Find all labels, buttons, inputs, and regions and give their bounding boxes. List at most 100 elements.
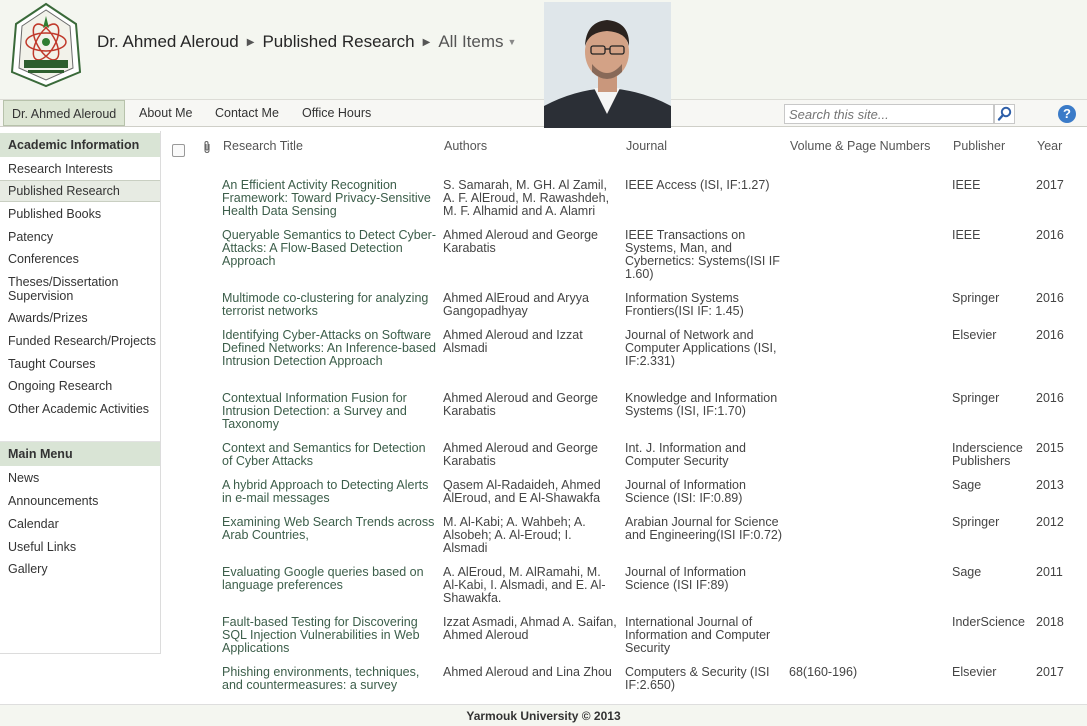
year-cell: 2018 — [1036, 615, 1064, 629]
site-footer: Yarmouk University © 2013 — [0, 704, 1087, 726]
research-title-link[interactable]: An Efficient Activity Recognition Framew… — [222, 179, 437, 218]
sidebar-item-patency[interactable]: Patency — [0, 230, 160, 244]
research-title-link[interactable]: Queryable Semantics to Detect Cyber-Atta… — [222, 229, 437, 268]
journal-cell: IEEE Transactions on Systems, Man, and C… — [625, 228, 780, 281]
year-cell: 2015 — [1036, 441, 1064, 455]
breadcrumb-separator-icon: ▶ — [422, 36, 431, 48]
sidebar-item-published-research[interactable]: Published Research — [0, 180, 160, 202]
sidebar-item-theses-supervision[interactable]: Theses/Dissertation Supervision — [0, 275, 160, 303]
publisher-cell: Springer — [952, 391, 1000, 405]
sidebar-item-funded-research[interactable]: Funded Research/Projects — [0, 334, 160, 348]
authors-cell: Ahmed Aleroud and George Karabatis — [443, 391, 598, 418]
publisher-cell: InderScience — [952, 615, 1025, 629]
authors-cell: Qasem Al-Radaideh, Ahmed AlEroud, and E … — [443, 478, 601, 505]
publisher-cell: Springer — [952, 515, 1000, 529]
journal-cell: International Journal of Information and… — [625, 615, 771, 655]
breadcrumb-separator-icon: ▶ — [246, 36, 255, 48]
research-title-link[interactable]: Contextual Information Fusion for Intrus… — [222, 392, 437, 431]
year-cell: 2016 — [1036, 228, 1064, 242]
authors-cell: Ahmed AlEroud and Aryya Gangopadhyay — [443, 291, 589, 318]
year-cell: 2016 — [1036, 328, 1064, 342]
topnav-item-about-me[interactable]: About Me — [131, 100, 201, 126]
column-header-authors[interactable]: Authors — [444, 139, 487, 153]
research-title-link[interactable]: Context and Semantics for Detection of C… — [222, 442, 437, 468]
research-list: Research Title Authors Journal Volume & … — [161, 131, 1087, 701]
sidebar-item-calendar[interactable]: Calendar — [0, 517, 160, 531]
authors-cell: Ahmed Aleroud and Lina Zhou — [443, 665, 612, 679]
authors-cell: M. Al-Kabi; A. Wahbeh; A. Alsobeh; A. Al… — [443, 515, 586, 555]
sidebar-item-useful-links[interactable]: Useful Links — [0, 540, 160, 554]
sidebar-item-ongoing-research[interactable]: Ongoing Research — [0, 379, 160, 393]
publisher-cell: Sage — [952, 565, 982, 579]
journal-cell: IEEE Access (ISI, IF:1.27) — [625, 178, 770, 192]
research-title-link[interactable]: Phishing environments, techniques, and c… — [222, 666, 437, 692]
sidebar-item-news[interactable]: News — [0, 471, 160, 485]
authors-cell: A. AlEroud, M. AlRamahi, M. Al-Kabi, I. … — [443, 565, 606, 605]
sidebar-item-published-books[interactable]: Published Books — [0, 207, 160, 221]
university-logo[interactable] — [6, 2, 86, 88]
sidebar: Academic Information Research Interests … — [0, 131, 161, 654]
profile-photo — [544, 2, 671, 128]
publisher-cell: IEEE — [952, 228, 981, 242]
journal-cell: Int. J. Information and Computer Securit… — [625, 441, 746, 468]
journal-cell: Knowledge and Information Systems (ISI, … — [625, 391, 778, 418]
authors-cell: Ahmed Aleroud and George Karabatis — [443, 441, 598, 468]
authors-cell: Ahmed Aleroud and Izzat Alsmadi — [443, 328, 583, 355]
research-title-link[interactable]: Multimode co-clustering for analyzing te… — [222, 292, 437, 318]
authors-cell: S. Samarah, M. GH. Al Zamil, A. F. AlEro… — [443, 178, 610, 218]
research-title-link[interactable]: Identifying Cyber-Attacks on Software De… — [222, 329, 437, 368]
sidebar-item-taught-courses[interactable]: Taught Courses — [0, 357, 160, 371]
breadcrumb-site-link[interactable]: Dr. Ahmed Aleroud — [97, 32, 239, 52]
publisher-cell: Springer — [952, 291, 1000, 305]
sidebar-item-research-interests[interactable]: Research Interests — [0, 162, 160, 176]
research-title-link[interactable]: Examining Web Search Trends across Arab … — [222, 516, 437, 542]
year-cell: 2016 — [1036, 291, 1064, 305]
year-cell: 2011 — [1036, 565, 1063, 579]
help-button[interactable]: ? — [1058, 105, 1076, 123]
attachment-icon — [201, 140, 213, 154]
column-header-journal[interactable]: Journal — [626, 139, 667, 153]
column-header-publisher[interactable]: Publisher — [953, 139, 1005, 153]
year-cell: 2012 — [1036, 515, 1064, 529]
chevron-down-icon[interactable]: ▼ — [508, 37, 517, 47]
column-header-title[interactable]: Research Title — [223, 139, 303, 153]
sidebar-heading-main-menu[interactable]: Main Menu — [0, 442, 160, 466]
publisher-cell: Elsevier — [952, 328, 997, 342]
search-button[interactable] — [994, 104, 1015, 124]
journal-cell: Arabian Journal for Science and Engineer… — [625, 515, 783, 542]
sidebar-heading-academic-information[interactable]: Academic Information — [0, 133, 160, 157]
sidebar-item-announcements[interactable]: Announcements — [0, 494, 160, 508]
year-cell: 2017 — [1036, 665, 1064, 679]
research-title-link[interactable]: Evaluating Google queries based on langu… — [222, 566, 437, 592]
topnav-item-contact-me[interactable]: Contact Me — [207, 100, 287, 126]
authors-cell: Izzat Asmadi, Ahmad A. Saifan, Ahmed Ale… — [443, 615, 617, 642]
year-cell: 2016 — [1036, 391, 1064, 405]
journal-cell: Journal of Network and Computer Applicat… — [625, 328, 777, 368]
journal-cell: Computers & Security (ISI IF:2.650) — [625, 665, 770, 692]
breadcrumb-section-link[interactable]: Published Research — [262, 32, 414, 52]
year-cell: 2017 — [1036, 178, 1064, 192]
sidebar-item-conferences[interactable]: Conferences — [0, 252, 160, 266]
authors-cell: Ahmed Aleroud and George Karabatis — [443, 228, 598, 255]
search-input[interactable] — [784, 104, 994, 124]
publisher-cell: Sage — [952, 478, 982, 492]
select-all-checkbox[interactable] — [172, 144, 185, 157]
sidebar-item-gallery[interactable]: Gallery — [0, 562, 160, 576]
topnav-item-home[interactable]: Dr. Ahmed Aleroud — [3, 100, 126, 126]
journal-cell: Journal of Information Science (ISI IF:8… — [625, 565, 746, 592]
topnav-item-office-hours[interactable]: Office Hours — [294, 100, 379, 126]
publisher-cell: IEEE — [952, 178, 981, 192]
journal-cell: Journal of Information Science (ISI: IF:… — [625, 478, 746, 505]
column-header-volume[interactable]: Volume & Page Numbers — [790, 139, 930, 153]
breadcrumb: Dr. Ahmed Aleroud ▶ Published Research ▶… — [97, 32, 516, 52]
journal-cell: Information Systems Frontiers(ISI IF: 1.… — [625, 291, 744, 318]
column-header-year[interactable]: Year — [1037, 139, 1062, 153]
search-icon — [997, 106, 1012, 121]
publisher-cell: Inderscience Publishers — [952, 441, 1023, 468]
research-title-link[interactable]: Fault-based Testing for Discovering SQL … — [222, 616, 437, 655]
breadcrumb-view-selector[interactable]: All Items — [438, 32, 503, 52]
publisher-cell: Elsevier — [952, 665, 997, 679]
sidebar-item-other-academic-activities[interactable]: Other Academic Activities — [0, 402, 160, 416]
research-title-link[interactable]: A hybrid Approach to Detecting Alerts in… — [222, 479, 437, 505]
sidebar-item-awards-prizes[interactable]: Awards/Prizes — [0, 311, 160, 325]
